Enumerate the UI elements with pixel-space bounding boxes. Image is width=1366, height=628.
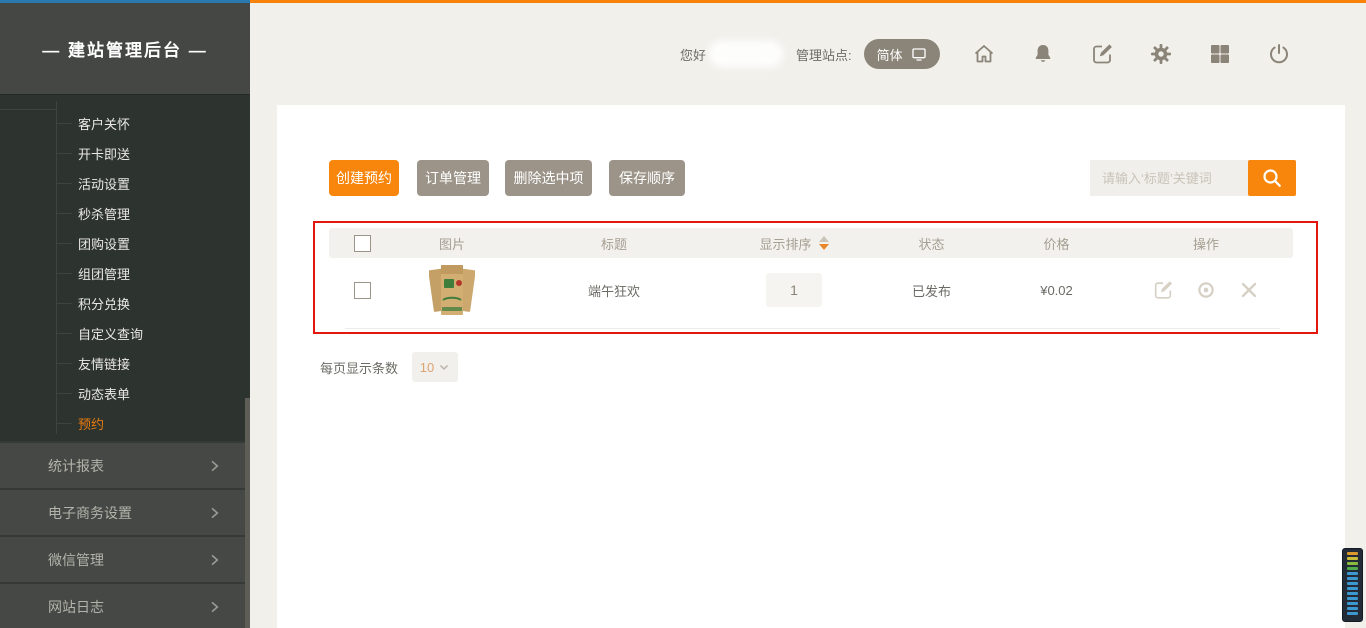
gear-icon (1149, 42, 1173, 66)
tree-tick (57, 303, 72, 304)
delete-selected-button[interactable]: 删除选中项 (505, 160, 592, 196)
tree-tick (57, 183, 72, 184)
grid-icon (1208, 42, 1232, 66)
row-status: 已发布 (869, 281, 994, 300)
top-header: 您好 管理站点: 简体 (250, 3, 1366, 105)
main-area: 您好 管理站点: 简体 (250, 0, 1366, 628)
sidebar-section-site-logs[interactable]: 网站日志 (0, 582, 250, 628)
compose-button[interactable] (1090, 42, 1114, 66)
column-header-sort: 显示排序 (759, 234, 811, 253)
sidebar-sections: 统计报表 电子商务设置 微信管理 网站日志 (0, 441, 250, 628)
chevron-right-icon (206, 505, 222, 521)
scroll-minimap-widget[interactable] (1342, 548, 1363, 622)
row-title: 端午狂欢 (509, 281, 719, 300)
scroll-minimap-stripes (1347, 552, 1358, 615)
save-order-button[interactable]: 保存顺序 (609, 160, 685, 196)
monitor-icon (911, 46, 927, 62)
chevron-right-icon (206, 458, 222, 474)
notifications-button[interactable] (1031, 42, 1055, 66)
row-divider (345, 328, 1280, 329)
column-header-actions: 操作 (1119, 234, 1293, 253)
sort-asc-icon (819, 236, 829, 242)
select-all-checkbox[interactable] (354, 235, 371, 252)
tree-tick (57, 273, 72, 274)
apps-button[interactable] (1208, 42, 1232, 66)
sidebar-item-custom-query[interactable]: 自定义查询 (0, 318, 250, 348)
sidebar-item-activity-settings[interactable]: 活动设置 (0, 168, 250, 198)
sidebar-section-ecommerce[interactable]: 电子商务设置 (0, 488, 250, 535)
settings-button[interactable] (1149, 42, 1173, 66)
tree-tick (57, 333, 72, 334)
header-icon-bar (972, 42, 1291, 66)
tree-tick (57, 243, 72, 244)
table-row: 端午狂欢 已发布 ¥0.02 (329, 258, 1293, 322)
sidebar-header: — 建站管理后台 — (0, 3, 250, 95)
product-thumbnail (429, 262, 475, 318)
power-icon (1267, 42, 1291, 66)
eye-icon (1195, 279, 1217, 301)
tree-tick (57, 123, 72, 124)
chevron-right-icon (206, 599, 222, 615)
sidebar-item-team-management[interactable]: 组团管理 (0, 258, 250, 288)
home-button[interactable] (972, 42, 996, 66)
app-title: — 建站管理后台 — (42, 36, 207, 61)
row-delete-button[interactable] (1238, 279, 1260, 301)
search-input[interactable] (1090, 160, 1248, 196)
home-icon (972, 42, 996, 66)
sidebar-item-dynamic-forms[interactable]: 动态表单 (0, 378, 250, 408)
tree-tick (57, 153, 72, 154)
tree-tick (57, 393, 72, 394)
tree-tick (57, 213, 72, 214)
sidebar-item-friend-links[interactable]: 友情链接 (0, 348, 250, 378)
row-checkbox[interactable] (354, 282, 371, 299)
sidebar-section-wechat[interactable]: 微信管理 (0, 535, 250, 582)
table-header: 图片 标题 显示排序 状态 价格 操作 (329, 228, 1293, 258)
edit-icon (1152, 279, 1174, 301)
create-reservation-button[interactable]: 创建预约 (329, 160, 399, 196)
chevron-right-icon (206, 552, 222, 568)
user-name-redacted (714, 46, 778, 62)
page-size-dropdown[interactable]: 10 (412, 352, 458, 382)
column-header-price: 价格 (994, 234, 1119, 253)
row-price: ¥0.02 (994, 283, 1119, 298)
sidebar-submenu: 客户关怀 开卡即送 活动设置 秒杀管理 团购设置 组团管理 积分兑换 自定义查询… (0, 95, 250, 440)
sidebar-item-flash-sale[interactable]: 秒杀管理 (0, 198, 250, 228)
sidebar-item-group-buy[interactable]: 团购设置 (0, 228, 250, 258)
chevron-down-icon (438, 361, 450, 373)
page-size-label: 每页显示条数 (320, 358, 398, 377)
sidebar-item-reservation[interactable]: 预约 (0, 408, 250, 438)
order-management-button[interactable]: 订单管理 (417, 160, 489, 196)
tree-tick (57, 363, 72, 364)
logout-button[interactable] (1267, 42, 1291, 66)
search-icon (1260, 166, 1284, 190)
row-preview-button[interactable] (1195, 279, 1217, 301)
manage-site-label: 管理站点: (796, 45, 852, 64)
sort-control[interactable] (819, 236, 829, 250)
tree-tick (57, 423, 72, 424)
sidebar: — 建站管理后台 — 客户关怀 开卡即送 活动设置 秒杀管理 团购设置 组团管理… (0, 0, 250, 628)
pagination-bar: 每页显示条数 10 (320, 352, 458, 382)
greeting-text: 您好 (680, 45, 706, 64)
site-language-pill[interactable]: 简体 (864, 39, 940, 69)
content-card: 创建预约 订单管理 删除选中项 保存顺序 图片 标题 显示排序 (277, 105, 1345, 628)
column-header-image: 图片 (395, 234, 509, 253)
close-icon (1238, 279, 1260, 301)
sidebar-item-customer-care[interactable]: 客户关怀 (0, 108, 250, 138)
column-header-status: 状态 (869, 234, 994, 253)
search-button[interactable] (1248, 160, 1296, 196)
sidebar-section-statistics[interactable]: 统计报表 (0, 441, 250, 488)
sort-desc-icon (819, 244, 829, 250)
row-edit-button[interactable] (1152, 279, 1174, 301)
sort-order-input[interactable] (766, 273, 822, 307)
bell-icon (1031, 42, 1055, 66)
column-header-title: 标题 (509, 234, 719, 253)
sidebar-item-card-gift[interactable]: 开卡即送 (0, 138, 250, 168)
admin-backend-page: — 建站管理后台 — 客户关怀 开卡即送 活动设置 秒杀管理 团购设置 组团管理… (0, 0, 1366, 628)
edit-icon (1090, 42, 1114, 66)
sidebar-item-points-exchange[interactable]: 积分兑换 (0, 288, 250, 318)
